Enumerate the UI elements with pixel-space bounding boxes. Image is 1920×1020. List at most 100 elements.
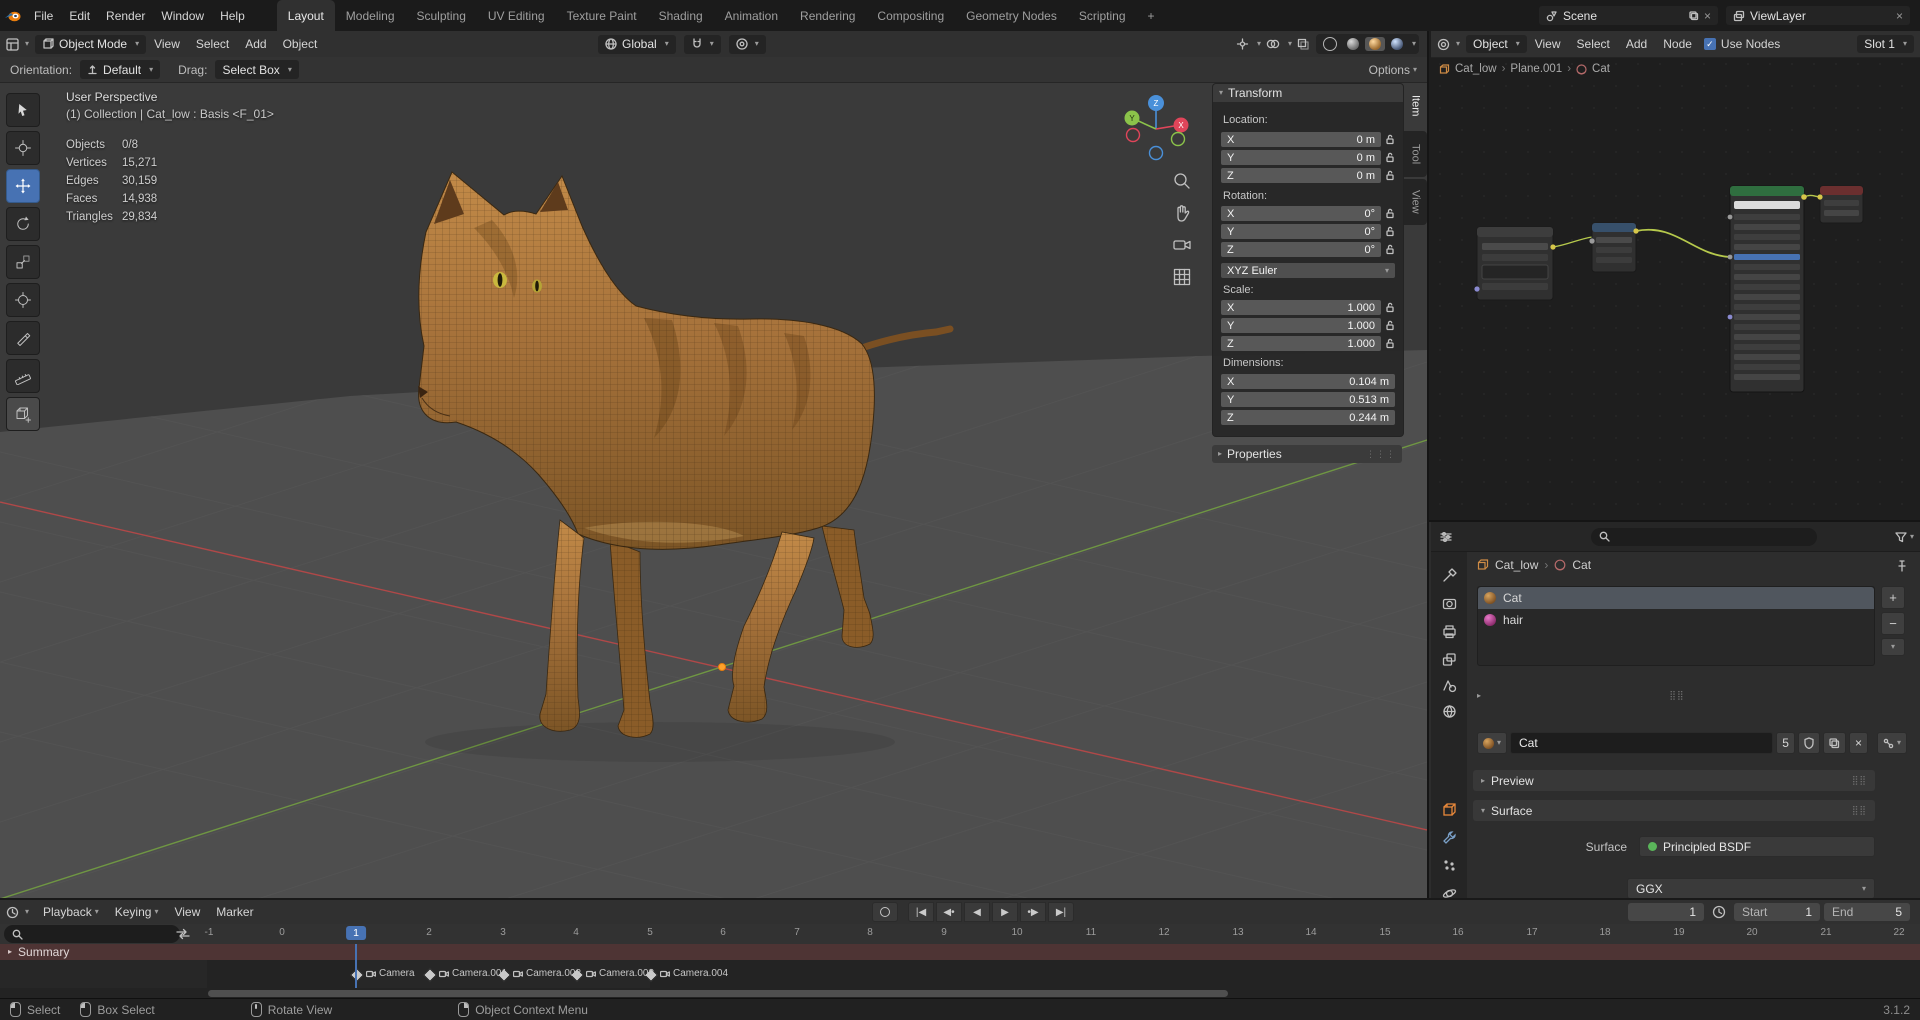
tab-particles[interactable] [1431,852,1467,878]
channel-search-input[interactable] [4,925,180,943]
browse-material-button[interactable]: ▾ [1477,732,1508,754]
menu-help[interactable]: Help [212,0,253,31]
workspace-tab-layout[interactable]: Layout [276,0,335,31]
viewport-menu-select[interactable]: Select [188,31,237,57]
toggle-grid-icon[interactable] [1172,267,1192,287]
rotation-x-field[interactable]: X 0° [1221,206,1395,221]
timeline-ruler[interactable]: -1 0 1 2 3 4 5 6 7 8 9 10 11 12 13 14 15… [0,924,1920,945]
summary-channel[interactable]: ▸ Summary [0,944,1920,960]
dimensions-x-field[interactable]: X 0.104 m [1221,374,1395,389]
navigation-gizmo[interactable]: Z Y X [1118,89,1194,165]
timeline-scrollbar-thumb[interactable] [208,989,1228,997]
workspace-tab-animation[interactable]: Animation [714,0,789,31]
slot-expander-row[interactable]: ▸ ⣿⣿ [1477,690,1873,701]
unlink-scene-icon[interactable]: × [1704,9,1711,23]
node-menu-select[interactable]: Select [1569,31,1618,57]
workspace-tab-compositing[interactable]: Compositing [866,0,955,31]
tool-add-cube[interactable] [6,397,40,431]
tool-select-box[interactable] [6,93,40,127]
timeline-menu-marker[interactable]: Marker [208,900,261,924]
timeline-menu-keying[interactable]: Keying ▾ [107,900,167,924]
viewport-menu-add[interactable]: Add [237,31,274,57]
playhead-frame-badge[interactable]: 1 [346,926,366,940]
node-menu-node[interactable]: Node [1655,31,1700,57]
next-keyframe-button[interactable]: •▶ [1020,902,1046,922]
fake-user-shield-button[interactable] [1797,732,1820,754]
shading-type-dropdown[interactable]: Object ▾ [1466,35,1527,53]
surface-shader-value[interactable]: Principled BSDF [1639,836,1875,857]
breadcrumb-object[interactable]: Cat_low [1495,558,1538,572]
distribution-dropdown[interactable]: GGX ▾ [1627,878,1875,899]
frame-end-field[interactable]: End 5 [1824,903,1910,921]
lock-icon[interactable] [1385,302,1395,313]
material-slot-list[interactable]: Cat hair [1477,586,1875,666]
play-button[interactable]: ▶ [992,902,1018,922]
shading-mode-switch[interactable]: ▾ [1315,34,1419,54]
node-image-texture[interactable] [1474,226,1556,301]
tab-modifiers[interactable] [1431,824,1467,850]
workspace-tab-rendering[interactable]: Rendering [789,0,866,31]
tool-cursor[interactable] [6,131,40,165]
timeline-menu-playback[interactable]: Playback ▾ [35,900,107,924]
properties-editor-icon[interactable] [1439,530,1453,544]
timeline-scrollbar[interactable] [0,988,1920,998]
material-slot-hair[interactable]: hair [1478,609,1874,631]
lock-icon[interactable] [1385,244,1395,255]
jump-to-end-button[interactable]: ▶| [1048,902,1074,922]
material-slot-cat[interactable]: Cat [1478,587,1874,609]
editor-type-selector[interactable]: ▾ [1431,38,1466,51]
tab-scene[interactable] [1431,672,1467,698]
node-material-output[interactable] [1817,185,1864,224]
node-menu-view[interactable]: View [1527,31,1569,57]
jump-to-start-button[interactable]: |◀ [908,902,934,922]
scale-z-field[interactable]: Z 1.000 [1221,336,1395,351]
workspace-tab-uv-editing[interactable]: UV Editing [477,0,556,31]
lock-icon[interactable] [1385,320,1395,331]
marker-label[interactable]: Camera [366,968,415,979]
location-x-field[interactable]: X0 m [1221,132,1395,147]
add-workspace-button[interactable]: + [1137,0,1166,31]
timeline-channels[interactable]: ▸ Summary Camera Camera.001 Camera.002 C… [0,944,1920,988]
mode-selector[interactable]: Object Mode ▾ [35,34,147,54]
transform-orientation-selector[interactable]: Global ▾ [598,34,676,54]
object-origin-dot[interactable] [718,663,726,671]
preview-range-icon[interactable] [1712,905,1726,919]
blender-logo-icon[interactable] [0,9,26,23]
sidebar-tab-tool[interactable]: Tool [1404,131,1427,177]
editor-type-selector[interactable]: ▾ [0,37,35,51]
dimensions-y-field[interactable]: Y 0.513 m [1221,392,1395,407]
shading-material-icon[interactable] [1364,37,1385,51]
snap-controls[interactable]: ▾ [683,34,721,54]
use-nodes-checkbox[interactable]: ✓ Use Nodes [1700,37,1784,51]
viewport-menu-object[interactable]: Object [275,31,326,57]
tool-annotate[interactable] [6,321,40,355]
preview-panel-header[interactable]: ▸ Preview ⣿⣿ [1473,770,1875,791]
lock-icon[interactable] [1385,338,1395,349]
lock-icon[interactable] [1385,170,1395,181]
rotation-mode-dropdown[interactable]: XYZ Euler ▾ [1221,263,1395,278]
menu-file[interactable]: File [26,0,61,31]
transform-panel-header[interactable]: ▾ Transform [1213,84,1403,102]
add-material-slot-button[interactable]: + [1881,586,1905,609]
marker-label[interactable]: Camera.002 [513,968,581,979]
rotation-y-field[interactable]: Y 0° [1221,224,1395,239]
properties-subpanel-header[interactable]: ▸ Properties ⋮⋮⋮ [1212,445,1402,463]
workspace-tab-scripting[interactable]: Scripting [1068,0,1137,31]
tab-world[interactable] [1431,698,1467,724]
shading-solid-icon[interactable] [1343,37,1363,51]
tool-move[interactable] [6,169,40,203]
breadcrumb-material[interactable]: Cat [1572,558,1591,572]
tab-object[interactable] [1431,796,1467,822]
pin-icon[interactable] [1896,560,1908,572]
camera-view-icon[interactable] [1172,235,1192,255]
orientation-dropdown[interactable]: Default ▾ [80,60,161,79]
menu-render[interactable]: Render [98,0,153,31]
tab-tool[interactable] [1431,562,1467,588]
shading-wireframe-icon[interactable] [1319,36,1341,52]
new-scene-icon[interactable] [1689,10,1699,21]
material-node-toggle[interactable]: ▾ [1876,732,1907,754]
pan-hand-icon[interactable] [1172,203,1192,223]
marker-diamond[interactable] [422,967,438,983]
play-reverse-button[interactable]: ◀ [964,902,990,922]
current-frame-field[interactable]: 1 [1628,903,1704,921]
